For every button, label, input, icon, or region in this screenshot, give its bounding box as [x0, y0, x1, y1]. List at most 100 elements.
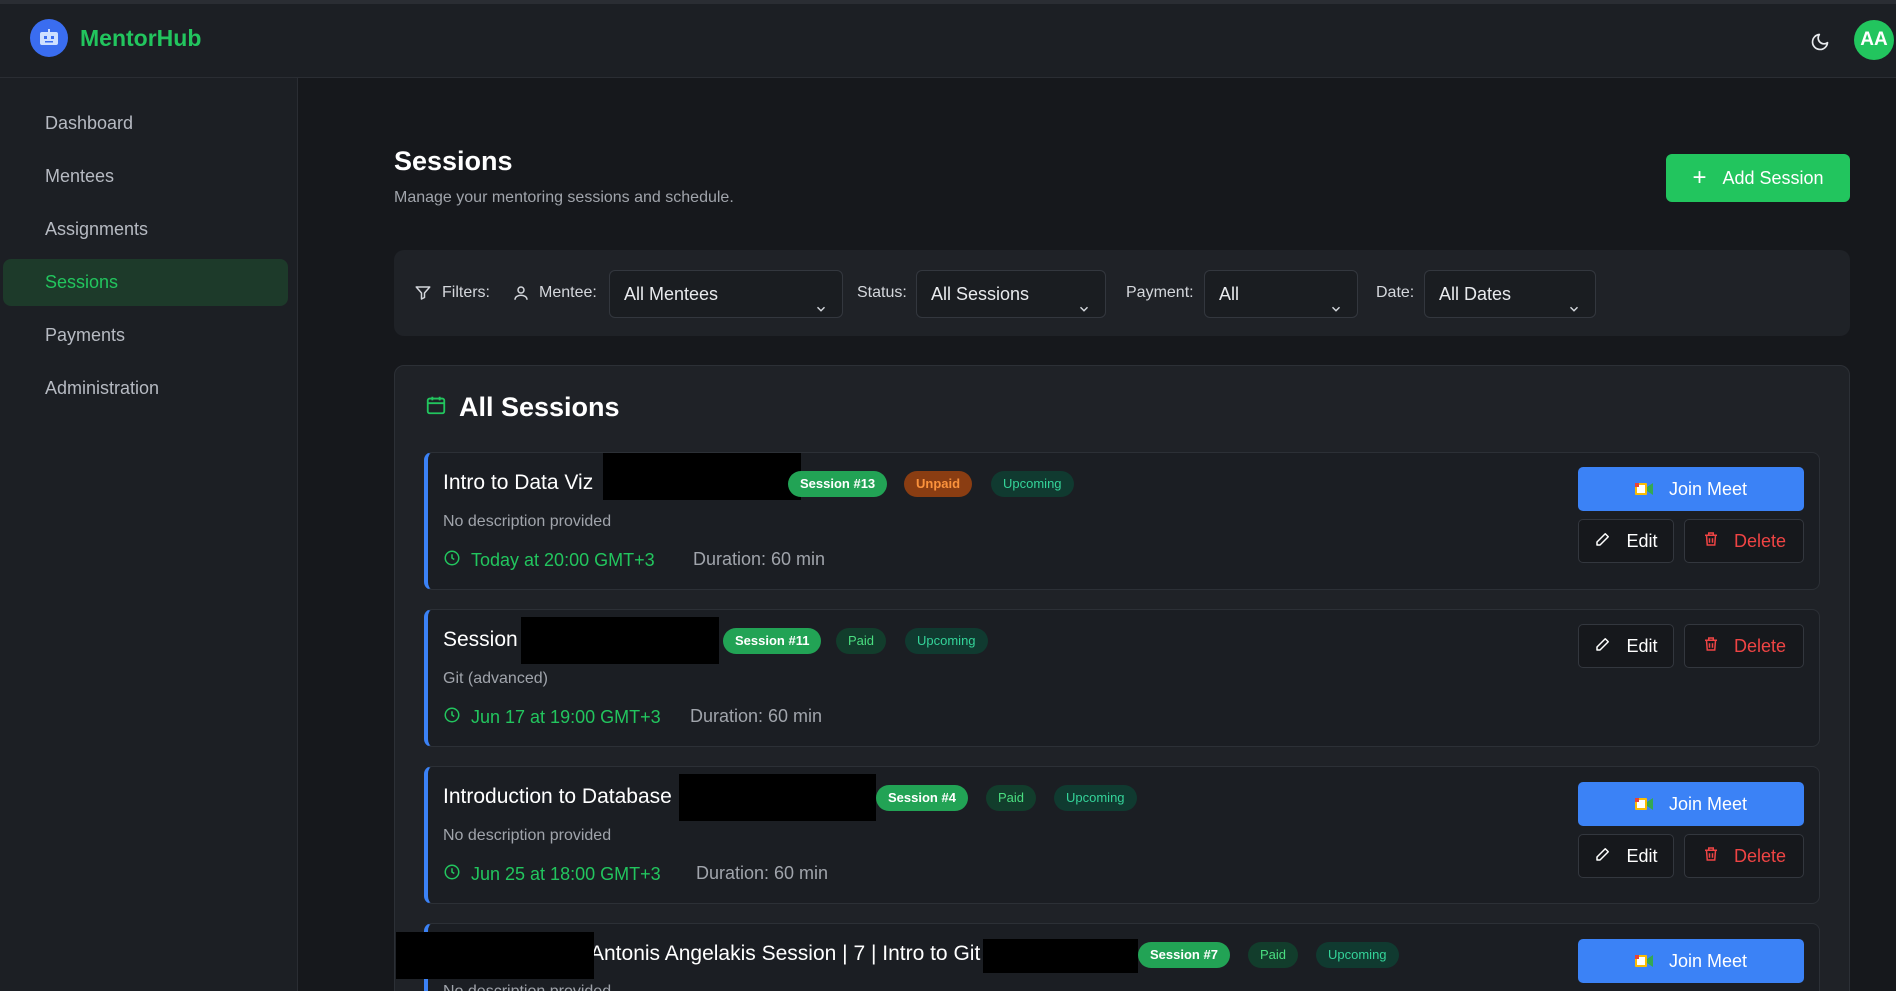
- delete-session-button[interactable]: Delete: [1684, 834, 1804, 878]
- edit-session-button[interactable]: Edit: [1578, 624, 1674, 668]
- payment-select-value: All: [1219, 284, 1240, 304]
- session-number-badge: Session #11: [723, 628, 822, 654]
- session-title: Intro to Data Viz: [443, 471, 594, 494]
- add-session-button[interactable]: + Add Session: [1666, 154, 1850, 202]
- sidebar-item-sessions[interactable]: Sessions: [3, 259, 288, 306]
- redacted-block: [983, 939, 1138, 973]
- join-meet-label: Join Meet: [1668, 478, 1748, 499]
- sessions-panel-title: All Sessions: [425, 392, 620, 423]
- moon-icon[interactable]: [1806, 28, 1834, 56]
- payment-select[interactable]: All: [1204, 270, 1358, 318]
- sessions-panel-title-text: All Sessions: [459, 392, 620, 422]
- session-description: No description provided: [443, 513, 612, 530]
- chevron-down-icon: [1077, 287, 1091, 333]
- redacted-block: [521, 617, 719, 664]
- sidebar-item-assignments[interactable]: Assignments: [3, 206, 288, 253]
- google-meet-icon: [1634, 953, 1653, 969]
- filter-icon: [414, 284, 432, 307]
- payment-status-badge: Paid: [836, 628, 887, 654]
- join-meet-label: Join Meet: [1668, 793, 1748, 814]
- join-meet-label: Join Meet: [1668, 950, 1748, 971]
- google-meet-icon: [1634, 796, 1653, 812]
- session-time-text: Jun 25 at 18:00 GMT+3: [471, 864, 661, 884]
- edit-label: Edit: [1626, 530, 1658, 551]
- pencil-icon: [1594, 530, 1612, 553]
- payment-status-badge: Paid: [986, 785, 1037, 811]
- chevron-down-icon: [1567, 287, 1581, 333]
- status-filter-label: Status:: [857, 284, 907, 301]
- session-time-text: Jun 17 at 19:00 GMT+3: [471, 707, 661, 727]
- trash-icon: [1702, 635, 1720, 658]
- mentee-select-value: All Mentees: [624, 284, 719, 304]
- robot-logo-icon: [30, 19, 68, 57]
- session-status-badge: Upcoming: [1054, 785, 1137, 811]
- chevron-down-icon: [1329, 287, 1343, 333]
- add-session-label: Add Session: [1722, 167, 1824, 188]
- session-description: No description provided: [443, 983, 611, 991]
- user-icon: [512, 284, 530, 307]
- sidebar-item-administration[interactable]: Administration: [3, 365, 288, 412]
- delete-label: Delete: [1733, 530, 1787, 551]
- pencil-icon: [1594, 845, 1612, 868]
- trash-icon: [1702, 530, 1720, 553]
- session-status-badge: Upcoming: [1316, 942, 1399, 968]
- edit-label: Edit: [1626, 635, 1658, 656]
- delete-session-button[interactable]: Delete: [1684, 519, 1804, 563]
- brand[interactable]: MentorHub: [30, 19, 201, 57]
- date-filter-label: Date:: [1376, 284, 1415, 301]
- payment-status-badge: Unpaid: [904, 471, 973, 497]
- redacted-block: [603, 453, 801, 500]
- filters-bar: Filters: Mentee: All Mentees Status: All…: [394, 250, 1850, 336]
- join-meet-button[interactable]: Join Meet: [1578, 467, 1804, 511]
- session-number-badge: Session #7: [1138, 942, 1230, 968]
- payment-status-badge: Paid: [1248, 942, 1299, 968]
- session-number-badge: Session #4: [876, 785, 968, 811]
- session-description: Git (advanced): [443, 670, 548, 687]
- status-select[interactable]: All Sessions: [916, 270, 1106, 318]
- session-time: Jun 17 at 19:00 GMT+3: [443, 706, 661, 729]
- status-select-value: All Sessions: [931, 284, 1030, 304]
- page-subtitle: Manage your mentoring sessions and sched…: [394, 189, 734, 206]
- sidebar-item-payments[interactable]: Payments: [3, 312, 288, 359]
- calendar-icon: [425, 392, 447, 423]
- session-title: Antonis Angelakis Session | 7 | Intro to…: [590, 942, 981, 965]
- edit-session-button[interactable]: Edit: [1578, 519, 1674, 563]
- session-duration: Duration: 60 min: [693, 549, 826, 569]
- delete-label: Delete: [1733, 635, 1787, 656]
- session-number-badge: Session #13: [788, 471, 888, 497]
- avatar[interactable]: AA: [1854, 20, 1894, 60]
- session-duration: Duration: 60 min: [690, 706, 823, 726]
- session-status-badge: Upcoming: [905, 628, 988, 654]
- session-time-text: Today at 20:00 GMT+3: [471, 550, 655, 570]
- delete-session-button[interactable]: Delete: [1684, 624, 1804, 668]
- join-meet-button[interactable]: Join Meet: [1578, 939, 1804, 983]
- plus-icon: +: [1692, 164, 1707, 191]
- page-title: Sessions: [394, 146, 513, 176]
- delete-label: Delete: [1733, 845, 1787, 866]
- chevron-down-icon: [814, 287, 828, 333]
- mentee-select[interactable]: All Mentees: [609, 270, 843, 318]
- edit-session-button[interactable]: Edit: [1578, 834, 1674, 878]
- clock-icon: [443, 706, 461, 729]
- session-duration: Duration: 60 min: [696, 863, 829, 883]
- edit-label: Edit: [1626, 845, 1658, 866]
- sidebar-item-mentees[interactable]: Mentees: [3, 153, 288, 200]
- session-time: Today at 20:00 GMT+3: [443, 549, 655, 572]
- session-description: No description provided: [443, 827, 612, 844]
- trash-icon: [1702, 845, 1720, 868]
- google-meet-icon: [1634, 481, 1653, 497]
- brand-name: MentorHub: [80, 24, 202, 51]
- date-select[interactable]: All Dates: [1424, 270, 1596, 318]
- join-meet-button[interactable]: Join Meet: [1578, 782, 1804, 826]
- session-status-badge: Upcoming: [991, 471, 1074, 497]
- date-select-value: All Dates: [1439, 284, 1512, 304]
- payment-filter-label: Payment:: [1126, 284, 1194, 301]
- sidebar-item-dashboard[interactable]: Dashboard: [3, 100, 288, 147]
- pencil-icon: [1594, 635, 1612, 658]
- session-time: Jun 25 at 18:00 GMT+3: [443, 863, 661, 886]
- filters-label: Filters:: [442, 284, 490, 301]
- session-title: Introduction to Database: [443, 785, 672, 808]
- session-title: Session: [443, 628, 518, 651]
- mentee-filter-label: Mentee:: [539, 284, 597, 301]
- redacted-block: [396, 932, 594, 979]
